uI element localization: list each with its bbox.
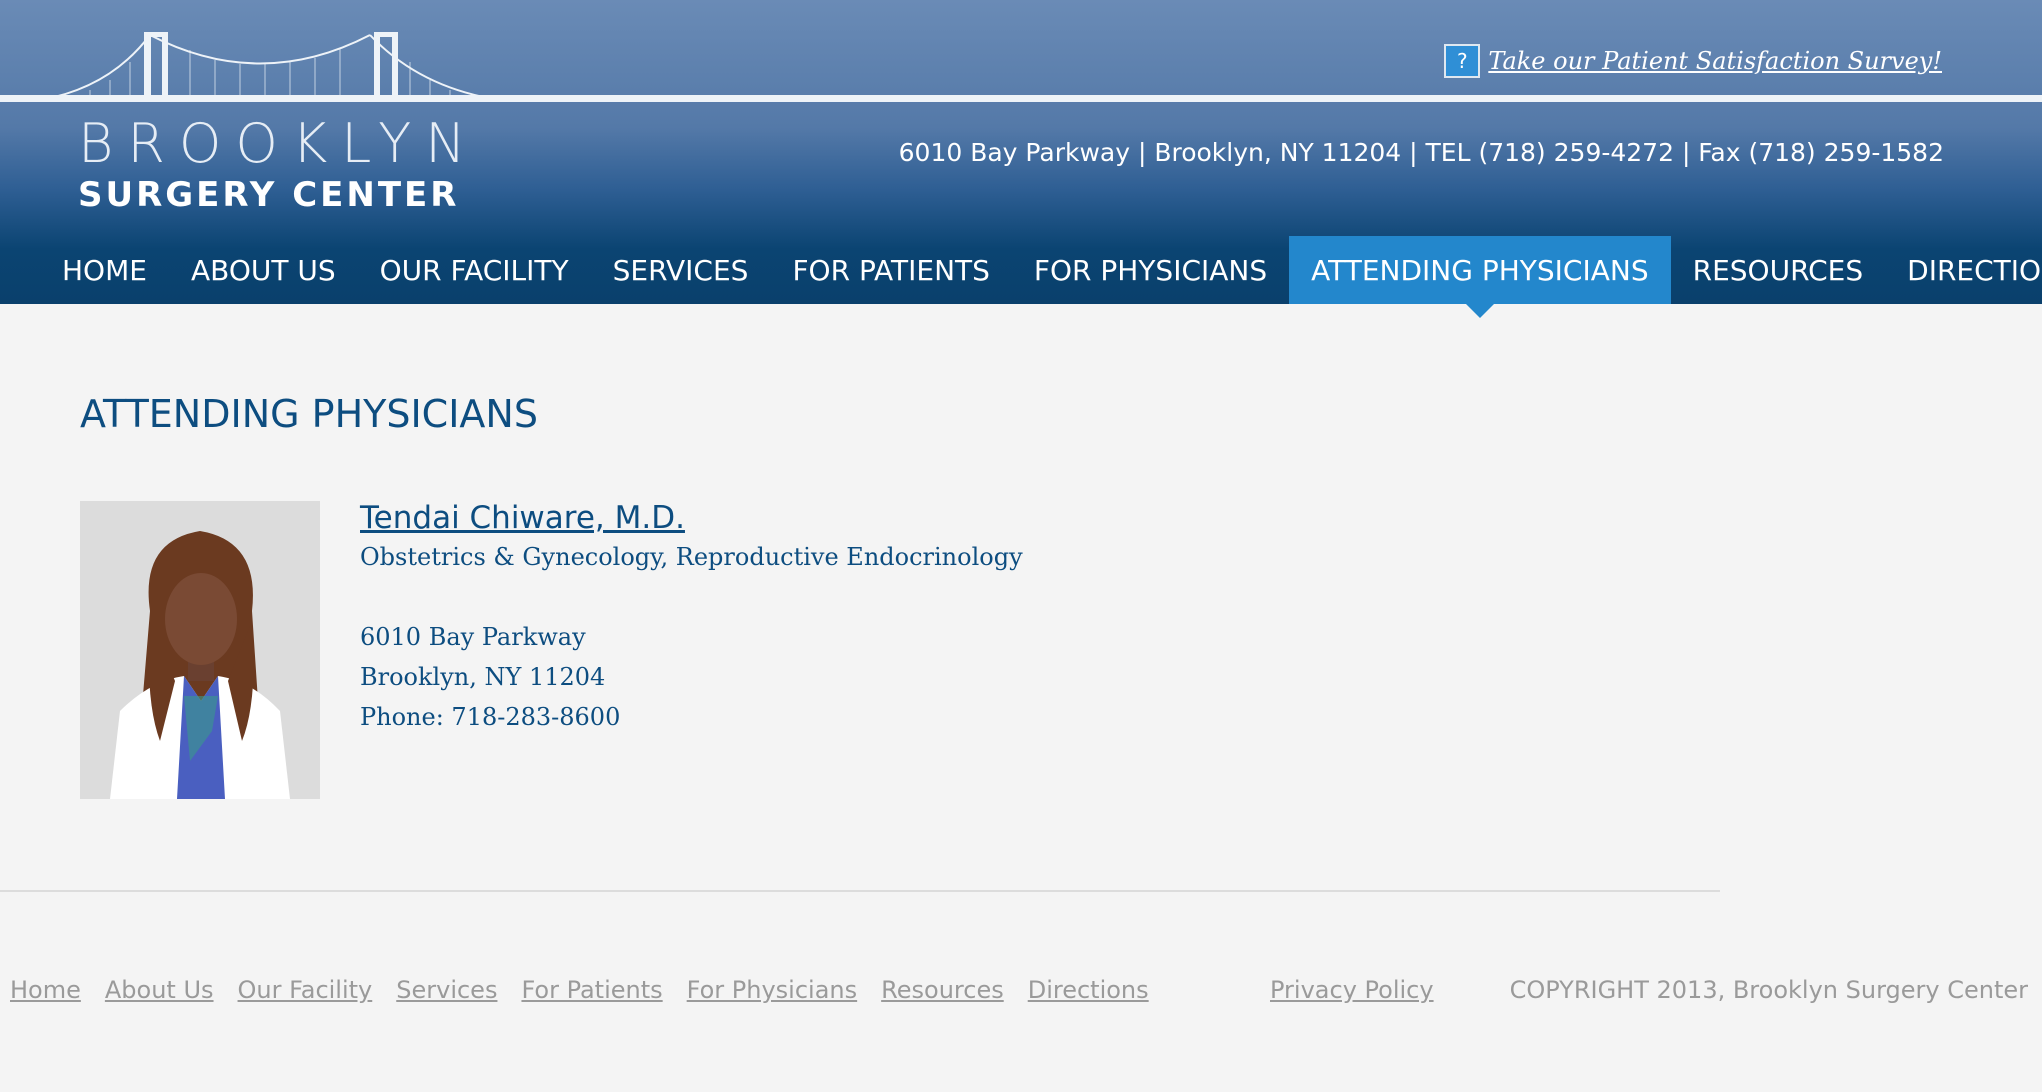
site-header: BROOKLYN SURGERY CENTER ? Take our Patie…: [0, 0, 2042, 318]
brand-logo-line2[interactable]: SURGERY CENTER: [78, 175, 459, 215]
footer-link-services[interactable]: Services: [396, 976, 497, 1004]
footer-link-for-physicians[interactable]: For Physicians: [687, 976, 857, 1004]
copyright-text: COPYRIGHT 2013, Brooklyn Surgery Center: [1509, 976, 2028, 1004]
main-nav: HOME ABOUT US OUR FACILITY SERVICES FOR …: [40, 236, 2042, 318]
footer-link-resources[interactable]: Resources: [881, 976, 1004, 1004]
footer-link-directions[interactable]: Directions: [1028, 976, 1149, 1004]
nav-for-physicians[interactable]: FOR PHYSICIANS: [1012, 236, 1289, 304]
physician-photo-illustration: [80, 501, 320, 799]
brand-logo-line1[interactable]: BROOKLYN: [78, 112, 480, 175]
nav-home[interactable]: HOME: [40, 236, 169, 304]
privacy-policy-link[interactable]: Privacy Policy: [1270, 976, 1434, 1004]
footer-link-home[interactable]: Home: [10, 976, 81, 1004]
nav-resources[interactable]: RESOURCES: [1671, 236, 1886, 304]
nav-services[interactable]: SERVICES: [591, 236, 771, 304]
footer-link-for-patients[interactable]: For Patients: [521, 976, 662, 1004]
physician-specialty: Obstetrics & Gynecology, Reproductive En…: [360, 543, 1023, 571]
footer-divider: [0, 890, 1720, 892]
nav-for-patients[interactable]: FOR PATIENTS: [770, 236, 1011, 304]
physician-photo: [80, 501, 320, 799]
physician-address-line1: 6010 Bay Parkway: [360, 623, 586, 651]
footer-link-about-us[interactable]: About Us: [105, 976, 214, 1004]
footer-link-our-facility[interactable]: Our Facility: [238, 976, 373, 1004]
nav-attending-physicians[interactable]: ATTENDING PHYSICIANS: [1289, 236, 1671, 318]
footer-nav: Home About Us Our Facility Services For …: [10, 976, 1149, 1004]
help-icon[interactable]: ?: [1444, 44, 1481, 78]
physician-name-link[interactable]: Tendai Chiware, M.D.: [360, 500, 685, 536]
page-title: ATTENDING PHYSICIANS: [80, 392, 538, 436]
physician-address-line2: Brooklyn, NY 11204: [360, 663, 606, 691]
nav-directions[interactable]: DIRECTIONS: [1885, 236, 2042, 304]
survey-link-group[interactable]: ? Take our Patient Satisfaction Survey!: [1444, 44, 1942, 78]
nav-our-facility[interactable]: OUR FACILITY: [358, 236, 591, 304]
nav-about-us[interactable]: ABOUT US: [169, 236, 358, 304]
header-divider-line: [0, 95, 2042, 102]
contact-info: 6010 Bay Parkway | Brooklyn, NY 11204 | …: [898, 138, 1944, 167]
physician-phone: Phone: 718-283-8600: [360, 703, 621, 731]
survey-link[interactable]: Take our Patient Satisfaction Survey!: [1488, 47, 1942, 75]
